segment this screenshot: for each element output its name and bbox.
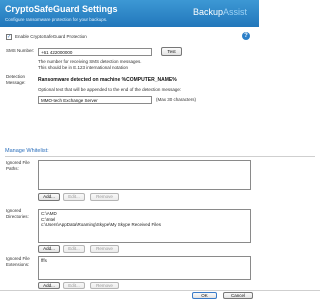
- whitelist-divider: [5, 156, 315, 157]
- ok-button[interactable]: OK: [192, 292, 217, 299]
- paths-remove-button[interactable]: Remove: [90, 193, 119, 201]
- extensions-edit-button[interactable]: Edit...: [63, 282, 85, 289]
- dialog-subtitle: Configure ransomware protection for your…: [5, 17, 108, 22]
- brand-logo-accent: Assist: [223, 7, 248, 17]
- dialog-title: CryptoSafeGuard Settings: [5, 4, 118, 14]
- max-characters-hint: (Max 30 characters): [156, 97, 197, 102]
- ignored-extensions-list[interactable]: fffs: [38, 256, 251, 280]
- enable-protection-checkbox[interactable]: ✓: [6, 34, 12, 40]
- list-item[interactable]: c:\Users\AppData\Roaming\Skype\My Skype …: [41, 222, 248, 228]
- ignored-extensions-label-line2: Extensions:: [6, 262, 30, 267]
- ignored-directories-label-line2: Directories:: [6, 214, 29, 219]
- sms-number-label: SMS Number:: [6, 48, 35, 53]
- brand-logo: BackupAssist: [193, 7, 247, 17]
- test-button[interactable]: Test: [161, 47, 182, 56]
- ignored-paths-list[interactable]: [38, 160, 251, 190]
- detection-message-text: Ransomware detected on machine %COMPUTER…: [38, 77, 177, 83]
- detection-optional-hint: Optional text that will be appended to t…: [38, 87, 182, 92]
- cancel-button[interactable]: Cancel: [223, 292, 253, 299]
- directories-remove-button[interactable]: Remove: [90, 245, 119, 253]
- sms-hint-line2: This should be in E.123 international no…: [38, 65, 129, 70]
- detection-label-line2: Message:: [6, 80, 26, 85]
- directories-add-button[interactable]: Add...: [38, 245, 60, 253]
- directories-edit-button[interactable]: Edit...: [63, 245, 85, 253]
- ignored-directories-list[interactable]: C:\AMD C:\Intel c:\Users\AppData\Roaming…: [38, 209, 251, 243]
- detection-append-input[interactable]: [38, 96, 152, 104]
- paths-add-button[interactable]: Add...: [38, 193, 60, 201]
- extensions-remove-button[interactable]: Remove: [90, 282, 119, 289]
- paths-edit-button[interactable]: Edit...: [63, 193, 85, 201]
- enable-protection-label[interactable]: Enable CryptoSafeGuard Protection: [15, 34, 87, 40]
- extensions-add-button[interactable]: Add...: [38, 282, 60, 289]
- manage-whitelist-title: Manage Whitelist:: [5, 148, 49, 154]
- footer-divider: [0, 290, 320, 291]
- ignored-paths-label-line2: Paths:: [6, 166, 19, 171]
- brand-logo-main: Backup: [193, 7, 224, 17]
- dialog-header: CryptoSafeGuard Settings Configure ranso…: [0, 0, 259, 27]
- help-icon[interactable]: ?: [242, 32, 250, 40]
- list-item[interactable]: fffs: [41, 258, 248, 264]
- sms-number-input[interactable]: [38, 48, 152, 56]
